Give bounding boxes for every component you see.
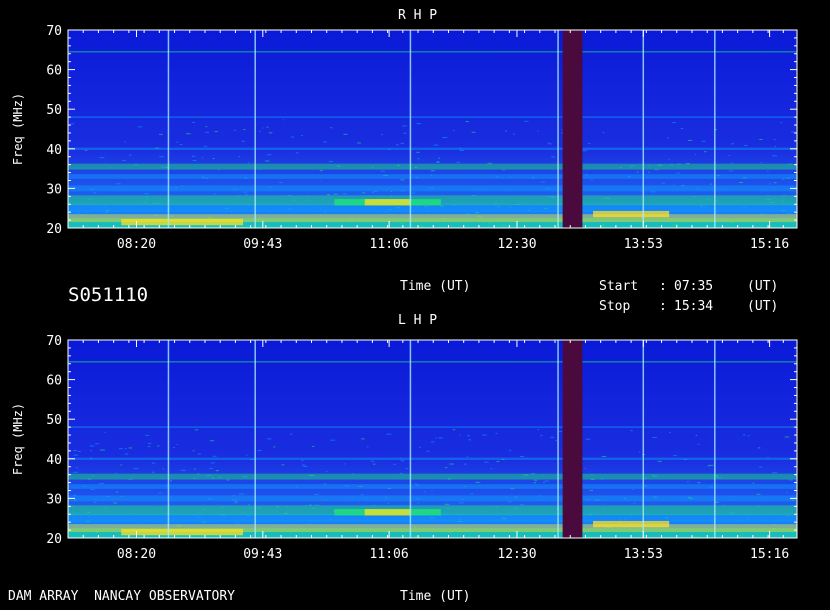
lhp-xlabel: Time (UT) (400, 589, 471, 604)
y-tick-label: 40 (46, 143, 62, 158)
x-tick-label: 09:43 (243, 237, 282, 252)
y-tick-label: 30 (46, 182, 62, 197)
y-tick-label: 20 (46, 222, 62, 237)
emission-band (68, 50, 797, 53)
emission-band (68, 426, 797, 428)
start-time: 07:35 (674, 279, 714, 294)
observatory-footer: DAM ARRAY NANCAY OBSERVATORY (8, 589, 235, 604)
x-tick-label: 15:16 (750, 547, 789, 562)
y-tick-label: 60 (46, 374, 62, 389)
x-tick-label: 08:20 (117, 237, 156, 252)
start-unit: (UT) (747, 279, 779, 294)
stop-unit: (UT) (747, 299, 779, 314)
emission-band (68, 185, 797, 192)
x-tick-label: 08:20 (117, 547, 156, 562)
stop-label: Stop (599, 299, 631, 314)
emission-band (68, 495, 797, 502)
y-axis-label: Freq (MHz) (11, 93, 25, 165)
emission-band (68, 174, 797, 179)
start-label: Start (599, 279, 639, 294)
emission-band (68, 163, 797, 170)
emission-band (68, 457, 797, 460)
emission-burst (364, 199, 411, 206)
start-separator: : (659, 279, 667, 294)
emission-band (68, 204, 797, 213)
y-tick-label: 50 (46, 103, 62, 118)
emission-burst (364, 509, 411, 516)
y-tick-label: 50 (46, 413, 62, 428)
x-tick-label: 09:43 (243, 547, 282, 562)
emission-band (68, 360, 797, 363)
rhp-panel-title: R H P (398, 8, 438, 23)
x-tick-label: 12:30 (497, 547, 536, 562)
emission-band (68, 116, 797, 118)
emission-band (68, 473, 797, 480)
emission-band (68, 147, 797, 150)
y-axis-label: Freq (MHz) (11, 403, 25, 475)
x-tick-label: 12:30 (497, 237, 536, 252)
rhp-xlabel: Time (UT) (400, 279, 471, 294)
emission-burst (121, 218, 244, 226)
data-gap (562, 340, 583, 538)
lhp-panel-title: L H P (398, 313, 438, 328)
stop-separator: : (659, 299, 667, 314)
emission-burst (593, 210, 670, 218)
emission-band (68, 484, 797, 489)
observation-code: S051110 (68, 284, 149, 306)
spectrogram-panel-0: 20 30 40 50 60 70 Freq (MHz) 08:20 09:43 11:06 12:… (11, 24, 798, 252)
y-tick-label: 30 (46, 492, 62, 507)
y-tick-label: 70 (46, 334, 62, 349)
x-tick-label: 15:16 (750, 237, 789, 252)
emission-burst (593, 520, 670, 528)
y-tick-label: 40 (46, 453, 62, 468)
y-tick-label: 20 (46, 532, 62, 547)
x-tick-label: 11:06 (370, 237, 409, 252)
x-tick-label: 13:53 (624, 237, 663, 252)
y-tick-label: 60 (46, 64, 62, 79)
x-tick-label: 13:53 (624, 547, 663, 562)
emission-burst (121, 528, 244, 536)
x-tick-label: 11:06 (370, 547, 409, 562)
spectrogram-panel-1: 20 30 40 50 60 70 Freq (MHz) 08:20 09:43 11:06 12:… (11, 334, 798, 562)
y-tick-label: 70 (46, 24, 62, 39)
data-gap (562, 30, 583, 228)
stop-time: 15:34 (674, 299, 714, 314)
